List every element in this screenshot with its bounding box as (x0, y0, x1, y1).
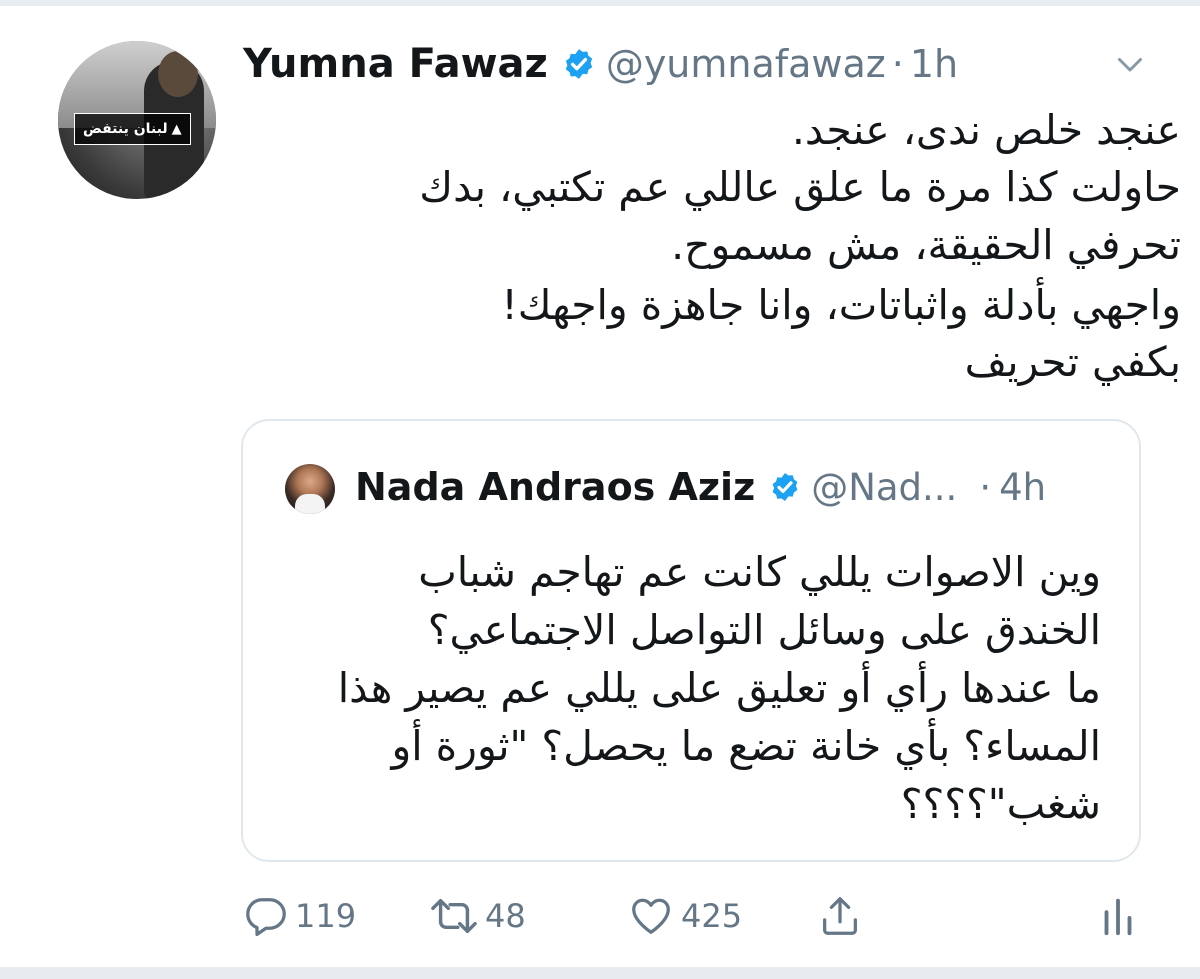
quoted-text-line: وين الاصوات يللي كانت عم تهاجم شباب (418, 548, 1101, 596)
like-button[interactable]: 425 (627, 890, 742, 942)
author-name[interactable]: Yumna Fawaz (243, 41, 548, 87)
reply-count: 119 (295, 897, 357, 935)
retweet-icon (431, 898, 477, 934)
quoted-text-line: ما عندها رأي أو تعليق على يللي عم يصير ه… (337, 664, 1101, 712)
quoted-text-line: شغب"؟؟؟؟ (900, 780, 1101, 828)
tweet-actions: 119 48 425 (243, 890, 1143, 942)
avatar-banner-text: لبنان ينتفض (83, 121, 168, 137)
top-divider (0, 0, 1200, 6)
author-handle[interactable]: @yumnafawaz (606, 42, 886, 86)
like-icon (632, 898, 670, 934)
verified-badge-icon (565, 49, 592, 79)
chevron-down-icon[interactable] (1112, 46, 1148, 82)
avatar-hair (158, 51, 198, 97)
tweet-text-line: واجهي بأدلة واثباتات، وانا جاهزة واجهك! (501, 281, 1181, 329)
retweet-count: 48 (485, 897, 526, 935)
author-avatar[interactable]: لبنان ينتفض ▲ (58, 41, 216, 199)
quoted-text-line: المساء؟ بأي خانة تضع ما يحصل؟ "ثورة أو (391, 722, 1101, 770)
share-button[interactable] (817, 890, 863, 942)
cedar-icon: ▲ (171, 122, 182, 137)
quoted-tweet-card[interactable]: Nada Andraos Aziz @Nad... · 4h وين الاصو… (241, 419, 1141, 862)
tweet-text-line: حاولت كذا مرة ما علق عاللي عم تكتبي، بدك (419, 163, 1181, 211)
reply-button[interactable]: 119 (243, 890, 356, 942)
tweet-text-line: عنجد خلص ندى، عنجد. (791, 106, 1181, 154)
header-separator: · (891, 42, 904, 86)
share-icon (823, 897, 857, 935)
quoted-text-line: الخندق على وسائل التواصل الاجتماعي؟ (427, 606, 1101, 654)
like-count: 425 (681, 897, 743, 935)
reply-icon (246, 898, 286, 937)
tweet-timestamp[interactable]: 1h (910, 42, 958, 86)
retweet-button[interactable]: 48 (429, 890, 526, 942)
analytics-icon[interactable] (1098, 893, 1138, 939)
tweet-text-line: بكفي تحريف (964, 338, 1181, 386)
avatar-banner: لبنان ينتفض ▲ (74, 113, 191, 145)
tweet-text-line: تحرفي الحقيقة، مش مسموح. (671, 221, 1181, 269)
bottom-divider (0, 967, 1200, 979)
quoted-tweet-text: وين الاصوات يللي كانت عم تهاجم شباب الخن… (243, 421, 1143, 864)
tweet-header: Yumna Fawaz @yumnafawaz · 1h (243, 34, 958, 94)
